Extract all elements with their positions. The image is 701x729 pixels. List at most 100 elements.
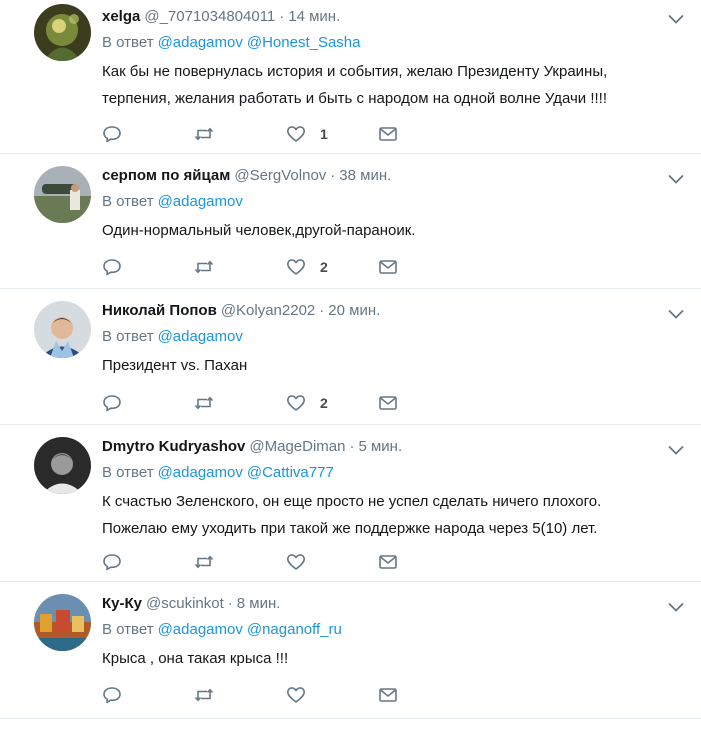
reply-button[interactable] <box>102 257 194 277</box>
author-username[interactable]: @Kolyan2202 <box>221 301 315 321</box>
avatar[interactable] <box>34 437 91 494</box>
tweet-timestamp[interactable]: 20 мин. <box>328 301 380 321</box>
tweet[interactable]: Dmytro Kudryashov @MageDiman · 5 мин. В … <box>0 425 701 582</box>
mention-link[interactable]: @adagamov <box>158 34 243 51</box>
retweet-icon <box>194 555 214 569</box>
tweet-text-line: Как бы не повернулась история и события,… <box>102 63 608 80</box>
avatar[interactable] <box>34 4 91 61</box>
tweet-timestamp[interactable]: 8 мин. <box>237 594 281 614</box>
tweet-text: Как бы не повернулась история и события,… <box>102 58 661 112</box>
heart-icon <box>287 395 305 411</box>
mention-link[interactable]: @Cattiva777 <box>247 464 334 481</box>
tweet-feed: xelga @_7071034804011 · 14 мин. В ответ @… <box>0 0 701 719</box>
direct-message-button[interactable] <box>378 124 470 144</box>
envelope-icon <box>379 260 397 274</box>
tweet-text-line: Президент vs. Пахан <box>102 357 248 374</box>
direct-message-button[interactable] <box>378 393 470 413</box>
reply-prefix: В ответ <box>102 328 154 345</box>
tweet[interactable]: xelga @_7071034804011 · 14 мин. В ответ @… <box>0 0 701 154</box>
author-username[interactable]: @scukinkot <box>146 594 224 614</box>
retweet-icon <box>194 396 214 410</box>
envelope-icon <box>379 688 397 702</box>
author-name[interactable]: серпом по яйцам <box>102 166 230 186</box>
mention-link[interactable]: @adagamov <box>158 193 243 210</box>
tweet-timestamp[interactable]: 38 мин. <box>339 166 391 186</box>
reply-button[interactable] <box>102 124 194 144</box>
retweet-button[interactable] <box>194 393 286 413</box>
like-count: 2 <box>320 395 328 411</box>
direct-message-button[interactable] <box>378 552 470 572</box>
tweet-timestamp[interactable]: 14 мин. <box>288 7 340 27</box>
reply-context: В ответ @adagamov <box>102 192 661 212</box>
chevron-down-icon[interactable] <box>667 600 685 614</box>
author-username[interactable]: @SergVolnov <box>234 166 326 186</box>
retweet-icon <box>194 260 214 274</box>
reply-context: В ответ @adagamov @Honest_Sasha <box>102 33 661 53</box>
mention-link[interactable]: @adagamov <box>158 464 243 481</box>
tweet-text: Президент vs. Пахан <box>102 352 661 379</box>
chevron-down-icon[interactable] <box>667 443 685 457</box>
reply-context: В ответ @adagamov @Cattiva777 <box>102 463 661 483</box>
author-username[interactable]: @MageDiman <box>249 437 345 457</box>
reply-context: В ответ @adagamov <box>102 327 661 347</box>
reply-button[interactable] <box>102 552 194 572</box>
chevron-down-icon[interactable] <box>667 307 685 321</box>
like-count: 2 <box>320 259 328 275</box>
reply-icon <box>103 126 121 143</box>
retweet-icon <box>194 127 214 141</box>
mention-link[interactable]: @naganoff_ru <box>247 621 342 638</box>
tweet[interactable]: серпом по яйцам @SergVolnov · 38 мин. В … <box>0 154 701 289</box>
heart-icon <box>287 126 305 142</box>
tweet[interactable]: Николай Попов @Kolyan2202 · 20 мин. В от… <box>0 289 701 425</box>
heart-icon <box>287 687 305 703</box>
avatar[interactable] <box>34 166 91 223</box>
reply-button[interactable] <box>102 685 194 705</box>
like-button[interactable]: 2 <box>286 393 378 413</box>
reply-prefix: В ответ <box>102 34 154 51</box>
retweet-button[interactable] <box>194 257 286 277</box>
retweet-icon <box>194 688 214 702</box>
reply-prefix: В ответ <box>102 464 154 481</box>
like-button[interactable] <box>286 685 378 705</box>
like-button[interactable]: 2 <box>286 257 378 277</box>
tweet-actions: 1 <box>102 124 661 144</box>
like-count: 1 <box>320 126 328 142</box>
chevron-down-icon[interactable] <box>667 12 685 26</box>
mention-link[interactable]: @adagamov <box>158 328 243 345</box>
tweet-text-line: К счастью Зеленского, он еще просто не у… <box>102 493 602 510</box>
direct-message-button[interactable] <box>378 685 470 705</box>
tweet-timestamp[interactable]: 5 мин. <box>358 437 402 457</box>
author-name[interactable]: Ку-Ку <box>102 594 142 614</box>
envelope-icon <box>379 396 397 410</box>
like-button[interactable]: 1 <box>286 124 378 144</box>
envelope-icon <box>379 555 397 569</box>
author-username[interactable]: @_7071034804011 <box>144 7 275 27</box>
reply-prefix: В ответ <box>102 193 154 210</box>
reply-prefix: В ответ <box>102 621 154 638</box>
chevron-down-icon[interactable] <box>667 172 685 186</box>
author-name[interactable]: xelga <box>102 7 140 27</box>
avatar[interactable] <box>34 594 91 651</box>
tweet-text: К счастью Зеленского, он еще просто не у… <box>102 488 661 542</box>
avatar[interactable] <box>34 301 91 358</box>
tweet-actions <box>102 685 661 705</box>
reply-icon <box>103 687 121 704</box>
mention-link[interactable]: @Honest_Sasha <box>247 34 361 51</box>
author-name[interactable]: Dmytro Kudryashov <box>102 437 245 457</box>
direct-message-button[interactable] <box>378 257 470 277</box>
tweet-text: Крыса , она такая крыса !!! <box>102 645 661 672</box>
retweet-button[interactable] <box>194 685 286 705</box>
mention-link[interactable]: @adagamov <box>158 621 243 638</box>
tweet-actions <box>102 552 661 572</box>
like-button[interactable] <box>286 552 378 572</box>
retweet-button[interactable] <box>194 124 286 144</box>
tweet[interactable]: Ку-Ку @scukinkot · 8 мин. В ответ @adagam… <box>0 582 701 719</box>
tweet-text-line: Крыса , она такая крыса !!! <box>102 650 289 667</box>
reply-button[interactable] <box>102 393 194 413</box>
retweet-button[interactable] <box>194 552 286 572</box>
tweet-text: Один-нормальный человек,другой-параноик. <box>102 217 661 244</box>
author-name[interactable]: Николай Попов <box>102 301 217 321</box>
tweet-text-line: терпения, желания работать и быть с наро… <box>102 90 607 107</box>
tweet-actions: 2 <box>102 393 661 413</box>
tweet-actions: 2 <box>102 257 661 277</box>
